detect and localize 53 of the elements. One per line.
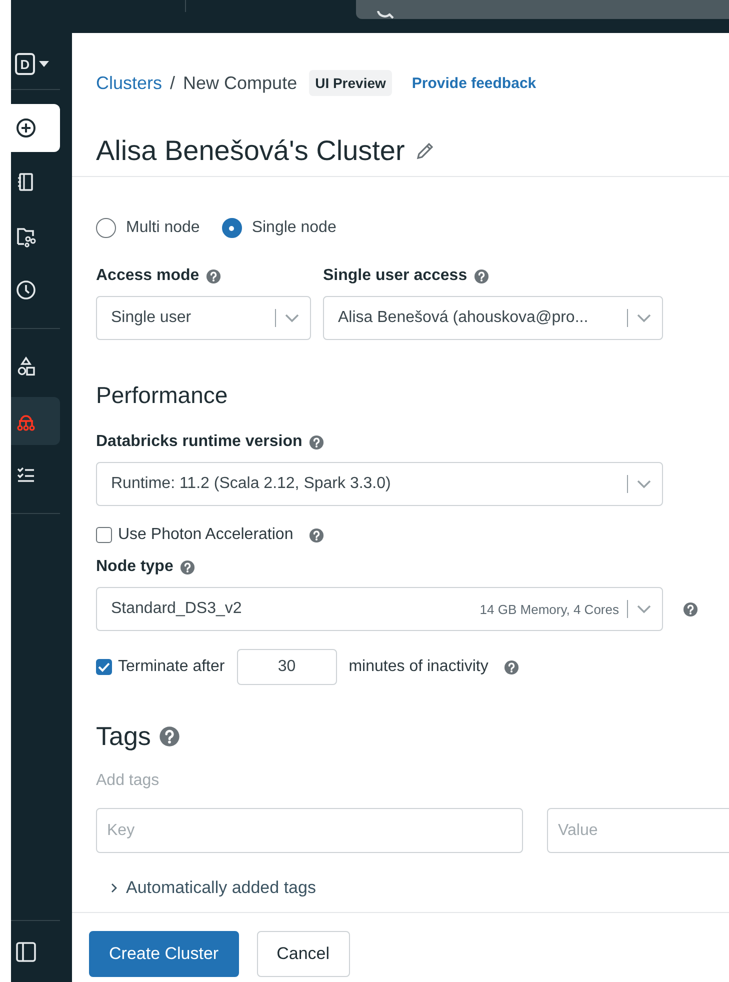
field-label: Node type [96, 558, 174, 576]
chevron-down-icon [636, 604, 652, 614]
user-select[interactable]: Alisa Benešová (ahouskova@pro... [323, 296, 663, 340]
section-heading: Tags [96, 721, 151, 752]
checkbox[interactable] [96, 659, 112, 675]
checkbox[interactable] [96, 527, 112, 543]
breadcrumb-current: New Compute [183, 72, 298, 94]
pencil-icon[interactable] [414, 141, 435, 161]
chevron-down-icon [636, 313, 652, 323]
breadcrumb-link[interactable]: Clusters [96, 72, 162, 94]
checkbox-label: Use Photon Acceleration [118, 526, 294, 544]
key-input[interactable]: Key [96, 808, 523, 853]
help-icon[interactable] [309, 434, 324, 450]
help-icon[interactable] [504, 660, 520, 674]
breadcrumb-separator: / [170, 72, 176, 94]
auto-tags-toggle[interactable]: Automatically added tags [110, 878, 729, 898]
help-icon[interactable] [474, 268, 490, 284]
minutes-input[interactable]: 30 [236, 649, 337, 685]
chevron-down-icon [636, 479, 652, 489]
search-field[interactable] [356, 0, 729, 19]
node-detail-text: 14 GB Memory, 4 Cores [480, 602, 619, 616]
sidebar-toggle-icon[interactable] [15, 941, 37, 963]
cancel-button[interactable]: Cancel [256, 931, 350, 977]
plus-circle-icon [14, 116, 38, 140]
caret-icon [39, 61, 49, 67]
help-icon[interactable] [158, 726, 180, 747]
chevron-down-icon [284, 313, 300, 323]
access-mode-select[interactable]: Single user [96, 296, 311, 340]
radio-dot[interactable] [96, 218, 116, 238]
help-icon[interactable] [309, 528, 324, 542]
cluster-title: Alisa Benešová's Cluster [96, 135, 405, 167]
radio-dot[interactable] [222, 218, 242, 238]
value-input[interactable]: Value [547, 808, 729, 853]
sidebar-item[interactable] [11, 104, 60, 152]
create-button[interactable]: Create Cluster [89, 931, 239, 977]
runtime-select[interactable]: Runtime: 11.2 (Scala 2.12, Spark 3.3.0) [96, 462, 663, 506]
node-mode-radio[interactable]: Multi node [96, 218, 200, 238]
tags-hint: Add tags [96, 772, 160, 790]
node-mode-radio[interactable]: Single node [222, 218, 336, 238]
preview-badge: UI Preview [309, 70, 392, 96]
help-icon[interactable] [180, 560, 196, 574]
node-type-select[interactable]: Standard_DS3_v2 14 GB Memory, 4 Cores [96, 587, 663, 631]
field-label: Access mode [96, 267, 200, 285]
workspace-avatar[interactable]: D [15, 53, 35, 75]
help-icon[interactable] [683, 602, 698, 616]
checkbox-label: Terminate after [118, 658, 225, 676]
inactivity-label: minutes of inactivity [348, 658, 488, 676]
section-heading: Performance [96, 382, 229, 409]
field-label: Databricks runtime version [96, 433, 302, 451]
field-label: Single user access [323, 267, 468, 285]
feedback-link[interactable]: Provide feedback [412, 74, 536, 92]
help-icon[interactable] [206, 268, 222, 284]
clock-icon [14, 278, 38, 302]
